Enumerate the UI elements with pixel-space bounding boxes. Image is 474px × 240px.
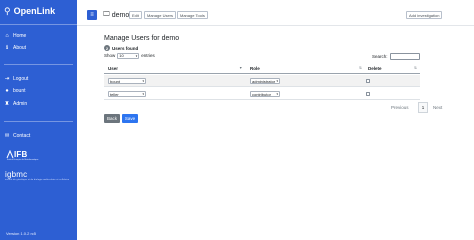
ifb-logo-text: IFB [14,150,28,159]
user-select[interactable]: bount ▾ [108,78,146,84]
sort-icon: ▼ [239,66,243,70]
column-header-role[interactable]: Role [246,62,364,74]
add-investigation-button[interactable]: Add investigation [406,11,443,19]
pagination-page[interactable]: 1 [418,102,428,113]
contact-icon: ✉ [4,132,10,139]
sort-icon: ⇅ [414,66,417,70]
admin-icon: ♜ [4,100,10,107]
divider [4,121,73,122]
home-icon: ⌂ [5,32,9,39]
monitor-icon: 🖵 [103,11,110,18]
share-icon: ⚲ [4,5,11,16]
ifb-mark-icon [6,150,14,159]
column-header-user[interactable]: User [104,62,246,74]
users-count: 2 Users found [104,45,138,51]
menu-toggle-button[interactable]: ≡ [87,10,97,20]
hamburger-icon: ≡ [90,12,94,18]
count-label: Users found [112,45,139,51]
sort-icon: ⇅ [359,66,362,70]
entries-label: entries [141,53,155,58]
ifb-logo-subtitle: Institut Français de Bioinformatique [7,159,39,161]
brand-name: OpenLink [13,6,56,16]
role-select[interactable]: administrator ▾ [250,78,280,84]
search-input[interactable] [389,52,420,60]
pagination-next[interactable]: Next [433,102,442,113]
page-length-value: 10 [119,52,124,58]
sidebar-item-admin[interactable]: ♜ Admin [4,99,28,108]
sidebar-item-label: Contact [13,132,31,139]
delete-checkbox[interactable] [366,79,370,83]
search-label: Search: [372,53,388,59]
project-name: demo [111,11,130,19]
role-value: administrator [252,78,276,84]
version-label: Version 1.0.2 rc5 [6,231,37,236]
page-length-select[interactable]: 10 ▾ [117,52,140,59]
ifb-logo[interactable]: IFB Institut Français de Bioinformatique [6,150,42,162]
divider [4,64,73,65]
pagination-previous[interactable]: Previous [391,102,409,113]
brand[interactable]: ⚲ OpenLink [4,4,55,18]
manage-tools-button[interactable]: Manage Tools [177,11,208,19]
save-button[interactable]: Save [122,114,138,123]
role-select[interactable]: contributor ▾ [250,91,280,97]
role-value: contributor [252,91,271,97]
page-length-control: Show 10 ▾ entries [104,52,155,59]
divider [0,24,77,25]
page-title: Manage Users for demo [104,35,180,42]
user-value: bount [110,78,121,84]
sidebar-item-home[interactable]: ⌂ Home [4,31,26,40]
chevron-down-icon: ▾ [276,79,278,83]
table-row: bount ▾ administrator ▾ [104,75,420,87]
sidebar-item-label: bount [13,87,26,94]
chevron-down-icon: ▾ [142,79,144,83]
column-label: User [108,65,119,71]
chevron-down-icon: ▾ [276,92,278,96]
sidebar-item-label: Logout [13,75,29,82]
search-control: Search: [372,52,420,60]
back-button[interactable]: Back [104,114,120,123]
igbmc-logo-text: igbmc [5,170,28,179]
sidebar-item-contact[interactable]: ✉ Contact [4,131,31,140]
column-header-delete[interactable]: Delete [364,62,420,74]
sidebar: ⚲ OpenLink ⌂ Home ℹ About ⇥ Logout ● bou… [0,0,77,240]
delete-checkbox[interactable] [366,92,370,96]
info-icon: ℹ [5,44,9,51]
user-icon: ● [5,87,9,94]
column-label: Delete [368,65,382,71]
sidebar-item-label: Home [13,32,27,39]
user-value: teller [110,91,119,97]
sidebar-item-label: About [13,44,27,51]
edit-button[interactable]: Edit [129,11,142,19]
project-title: 🖵 demo [103,10,129,20]
sidebar-item-about[interactable]: ℹ About [4,43,26,52]
user-select[interactable]: teller ▾ [108,91,146,97]
sidebar-item-label: Admin [13,100,28,107]
show-label: Show [104,53,116,58]
count-badge: 2 [104,45,110,51]
igbmc-logo[interactable]: igbmc institut de génétique et de biolog… [5,170,69,181]
column-label: Role [250,65,260,71]
logout-icon: ⇥ [4,75,10,82]
table-header: User ▼ Role ⇅ Delete ⇅ [104,62,420,74]
igbmc-logo-subtitle: institut de génétique et de biologie mol… [5,179,70,181]
chevron-down-icon: ▾ [142,92,144,96]
sidebar-item-user[interactable]: ● bount [4,86,26,95]
manage-users-button[interactable]: Manage Users [144,11,177,19]
chevron-down-icon: ▾ [135,53,138,58]
table-row: teller ▾ contributor ▾ [104,88,420,100]
sidebar-item-logout[interactable]: ⇥ Logout [4,74,29,83]
topbar: ≡ 🖵 demo Edit Manage Users Manage Tools … [77,0,474,26]
